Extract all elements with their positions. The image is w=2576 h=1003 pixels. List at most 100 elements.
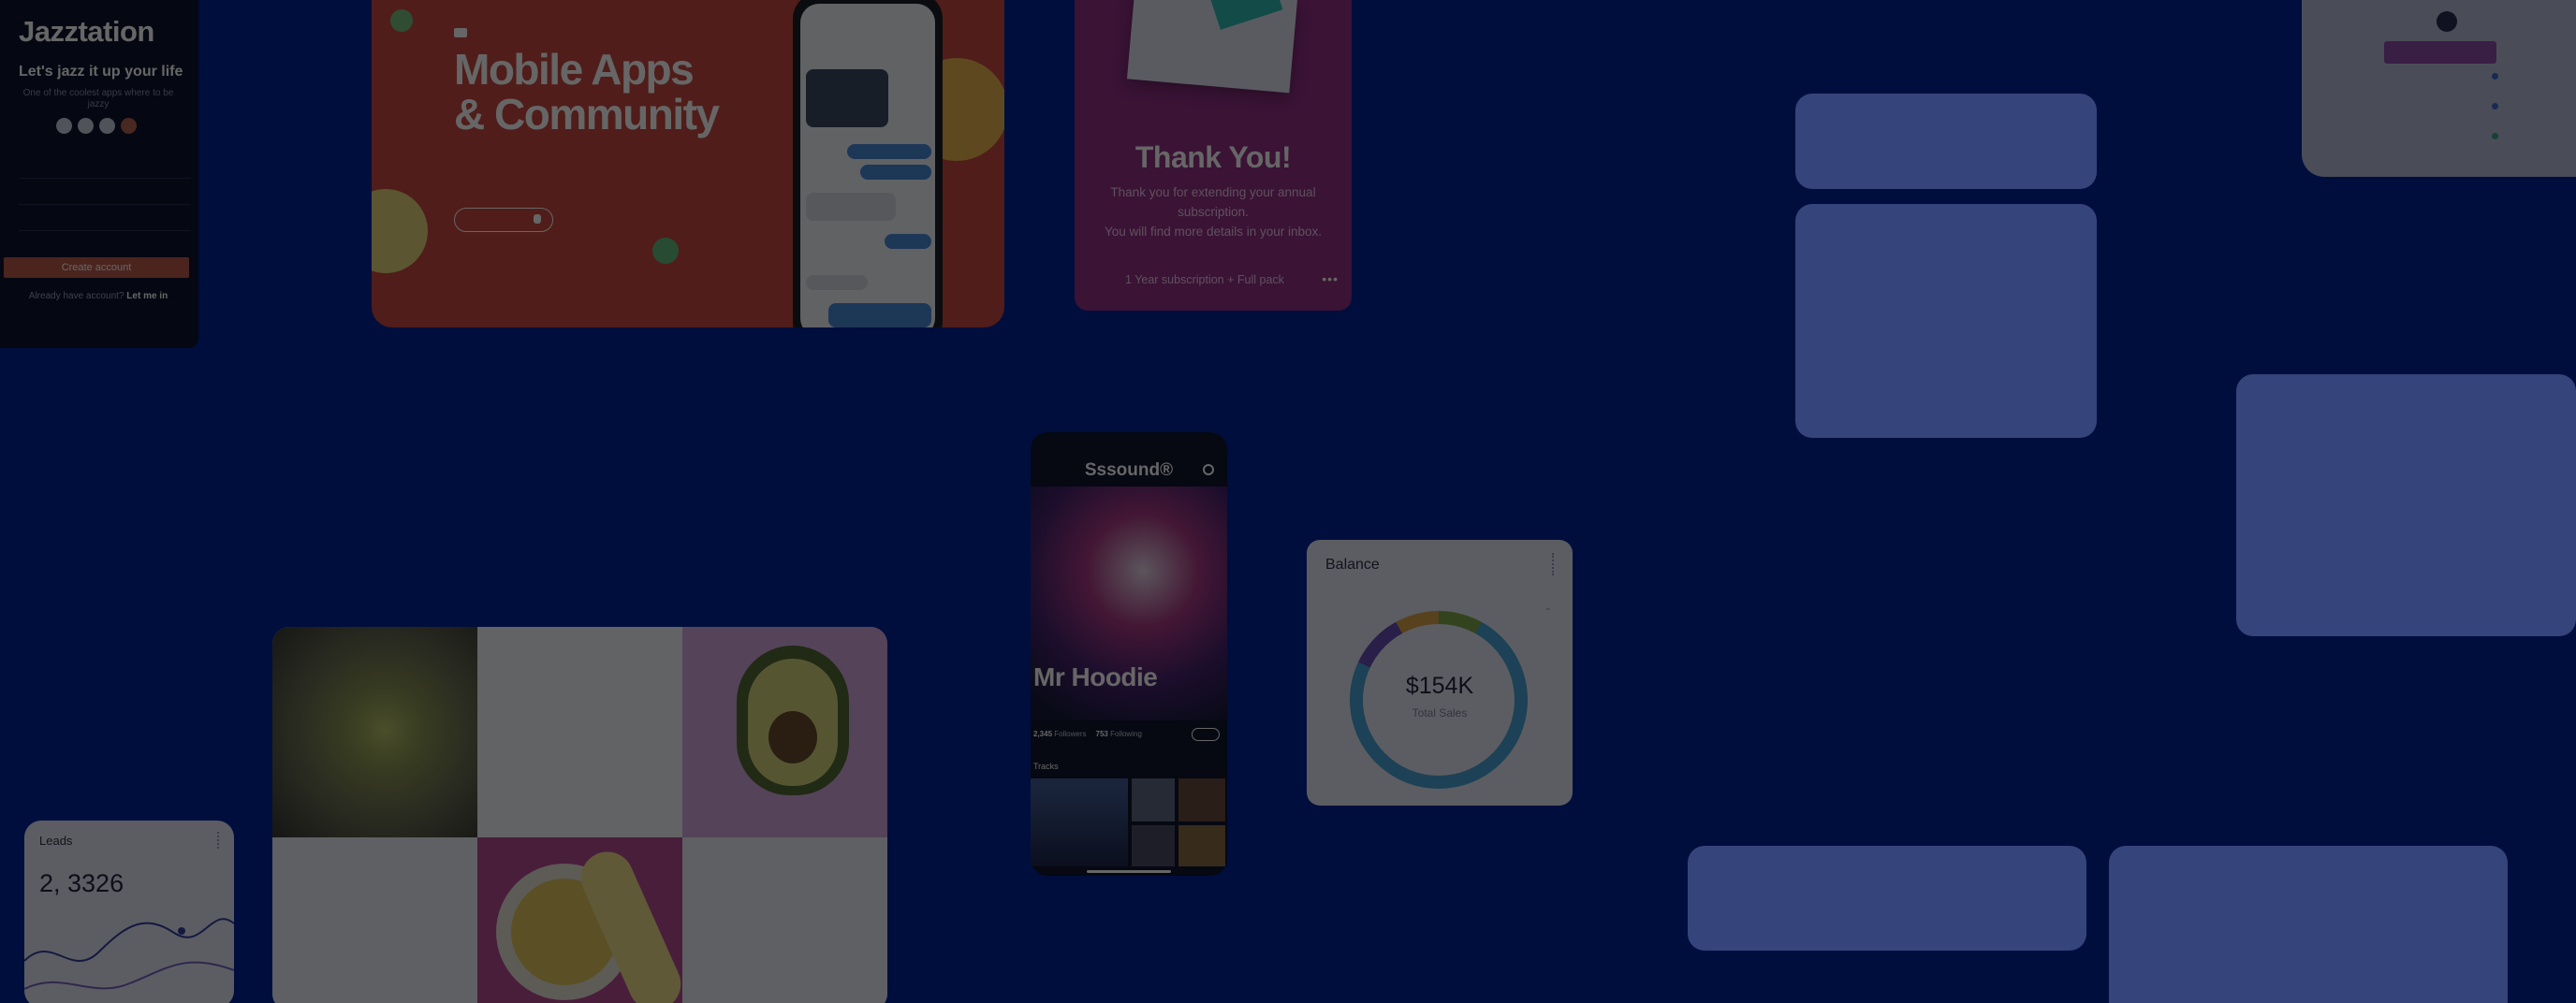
placeholder-card: [1688, 846, 2086, 951]
jazztation-signup-panel: Jazztation Let's jazz it up your life On…: [0, 0, 198, 348]
thank-you-message: Thank you for extending your annual subs…: [1095, 182, 1331, 241]
following-count: 753: [1095, 730, 1108, 738]
balance-label: Balance: [1325, 557, 1380, 573]
track-thumbnail[interactable]: [1178, 778, 1225, 821]
track-thumbnail[interactable]: [1132, 825, 1175, 866]
subscription-plan: 1 Year subscription + Full pack: [1125, 273, 1284, 286]
chat-photo: [806, 69, 888, 127]
followers-count: 2,345: [1033, 730, 1053, 738]
artist-stats: 2,345 Followers 753 Following: [1033, 730, 1142, 738]
balance-amount: $154K: [1405, 673, 1474, 699]
description: One of the coolest apps where to be jazz…: [22, 88, 174, 109]
dot-icon: [2492, 73, 2498, 80]
sparkline-point: [178, 927, 185, 935]
avocado-photo[interactable]: [682, 627, 887, 837]
chat-bubble: [860, 165, 931, 180]
chat-bubble: [806, 275, 868, 290]
gift-card-illustration: [1126, 0, 1298, 94]
chat-bubble: [806, 193, 896, 221]
password-field[interactable]: [19, 211, 191, 231]
pinterest-icon[interactable]: [99, 118, 115, 134]
thank-you-screen: Thank You! Thank you for extending your …: [1075, 0, 1352, 311]
menu-row[interactable]: [2397, 73, 2498, 80]
follow-button[interactable]: [1192, 728, 1220, 741]
sparkline-series-1: [24, 918, 234, 962]
sssound-artist-screen: Sssound® Mr Hoodie 2,345 Followers 753 F…: [1031, 432, 1227, 876]
tagline: Let's jazz it up your life: [19, 64, 183, 80]
profile-menu-card: [2302, 0, 2576, 177]
menu-row[interactable]: [2397, 133, 2498, 139]
article-card[interactable]: [477, 627, 682, 837]
more-horizontal-icon[interactable]: •••: [1322, 271, 1339, 286]
balance-subtitle: Total Sales: [1412, 706, 1468, 720]
login-prompt-text: Already have account?: [28, 291, 124, 301]
dot-icon: [2492, 103, 2498, 109]
apple-icon: [534, 214, 541, 224]
social-buttons: [56, 118, 191, 134]
decor-blob: [652, 238, 679, 264]
dot-icon: [2492, 133, 2498, 139]
track-thumbnail[interactable]: [1132, 778, 1175, 821]
more-vertical-icon[interactable]: [217, 832, 221, 849]
decor-blob: [390, 9, 413, 32]
article-card[interactable]: [272, 837, 477, 1003]
food-blog-grid: [272, 627, 887, 1003]
login-link[interactable]: Let me in: [126, 291, 168, 301]
track-thumbnail[interactable]: [1178, 825, 1225, 866]
placeholder-card: [2236, 374, 2576, 636]
leads-widget: Leads 2, 3326: [24, 821, 234, 1003]
badge: [454, 28, 467, 37]
donut-hole: [1363, 624, 1515, 776]
balance-widget: Balance ⌃ $154K Total Sales: [1307, 540, 1573, 806]
download-button[interactable]: [454, 208, 553, 232]
home-indicator: [1087, 870, 1171, 873]
artist-name: Mr Hoodie: [1033, 662, 1158, 691]
profile-button[interactable]: [2384, 41, 2496, 64]
google-icon[interactable]: [121, 118, 137, 134]
menu-row[interactable]: [2397, 103, 2498, 109]
bowl-photo[interactable]: [477, 837, 690, 1003]
gear-icon[interactable]: [1203, 464, 1214, 475]
name-field[interactable]: [19, 158, 191, 179]
avocado-pit: [768, 711, 817, 763]
sssound-logo: Sssound®: [1084, 460, 1174, 480]
followers-label: Followers: [1054, 730, 1087, 738]
twitter-icon[interactable]: [56, 118, 72, 134]
chevron-up-icon[interactable]: ⌃: [1544, 607, 1552, 618]
leads-sparkline: [24, 918, 234, 990]
chat-bubble: [885, 234, 931, 249]
chat-bubble: [847, 144, 931, 159]
tracks-label: Tracks: [1033, 762, 1059, 771]
facebook-icon[interactable]: [78, 118, 94, 134]
decor-blob: [372, 189, 428, 273]
thank-you-message-line2: subscription.: [1178, 205, 1249, 219]
thank-you-message-line3: You will find more details in your inbox…: [1104, 225, 1323, 239]
login-prompt: Already have account? Let me in: [19, 291, 178, 301]
tracks-heading: Tracks: [1033, 762, 1059, 771]
following-label: Following: [1110, 730, 1142, 738]
canvas: Jazztation Let's jazz it up your life On…: [0, 0, 2576, 1003]
thank-you-message-line1: Thank you for extending your annual: [1110, 185, 1316, 199]
phone-mockup: [793, 0, 943, 327]
email-field[interactable]: [19, 184, 191, 205]
phone-screen: [800, 4, 935, 327]
track-thumbnail[interactable]: [1031, 778, 1128, 866]
jazztation-logo: Jazztation: [19, 15, 154, 48]
leads-value: 2, 3326: [39, 869, 124, 897]
tacos-photo[interactable]: [272, 627, 477, 837]
create-account-button[interactable]: Create account: [4, 257, 189, 278]
chat-bubble: [828, 303, 931, 327]
thank-you-title: Thank You!: [1134, 140, 1292, 174]
placeholder-card: [1795, 94, 2097, 189]
placeholder-card: [2109, 846, 2508, 1003]
hero-title-line2: & Community: [454, 90, 720, 138]
avatar[interactable]: [2437, 11, 2457, 32]
article-card[interactable]: [682, 837, 887, 1003]
more-vertical-icon[interactable]: [1552, 553, 1556, 575]
sparkline-series-2: [24, 961, 234, 990]
badge-icon: [454, 28, 467, 37]
placeholder-card: [1795, 204, 2097, 438]
hero-title-line1: Mobile Apps: [454, 45, 695, 94]
mobile-apps-banner: Mobile Apps & Community: [372, 0, 1004, 327]
leads-label: Leads: [39, 834, 73, 848]
